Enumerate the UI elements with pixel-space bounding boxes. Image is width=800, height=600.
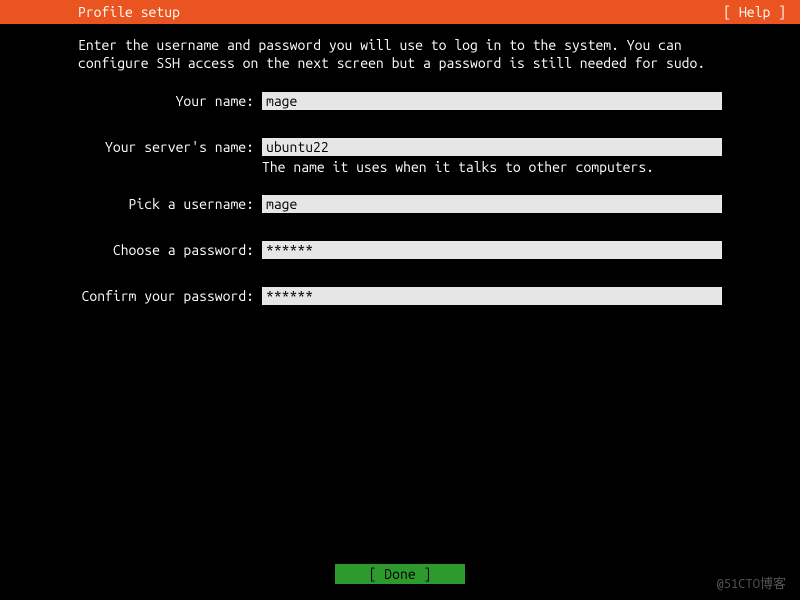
done-button[interactable]: [ Done ] [335, 564, 465, 584]
footer-bar: [ Done ] [0, 564, 800, 584]
input-username[interactable]: mage [262, 195, 722, 213]
hint-server-name: The name it uses when it talks to other … [262, 158, 722, 176]
row-password: Choose a password: ****** [78, 241, 722, 259]
input-password[interactable]: ****** [262, 241, 722, 259]
label-your-name: Your name: [78, 92, 262, 110]
row-your-name: Your name: mage [78, 92, 722, 110]
label-username: Pick a username: [78, 195, 262, 213]
input-server-name[interactable]: ubuntu22 [262, 138, 722, 156]
row-server-name: Your server's name: ubuntu22 The name it… [78, 138, 722, 176]
row-confirm-password: Confirm your password: ****** [78, 287, 722, 305]
row-username: Pick a username: mage [78, 195, 722, 213]
input-your-name[interactable]: mage [262, 92, 722, 110]
header-bar: Profile setup [ Help ] [0, 0, 800, 24]
label-server-name: Your server's name: [78, 138, 262, 156]
label-password: Choose a password: [78, 241, 262, 259]
watermark: @51CTO博客 [716, 573, 786, 592]
description-text: Enter the username and password you will… [78, 36, 722, 72]
page-title: Profile setup [78, 4, 180, 20]
help-button[interactable]: [ Help ] [723, 4, 786, 20]
label-confirm-password: Confirm your password: [78, 287, 262, 305]
input-confirm-password[interactable]: ****** [262, 287, 722, 305]
content-area: Enter the username and password you will… [0, 24, 800, 305]
